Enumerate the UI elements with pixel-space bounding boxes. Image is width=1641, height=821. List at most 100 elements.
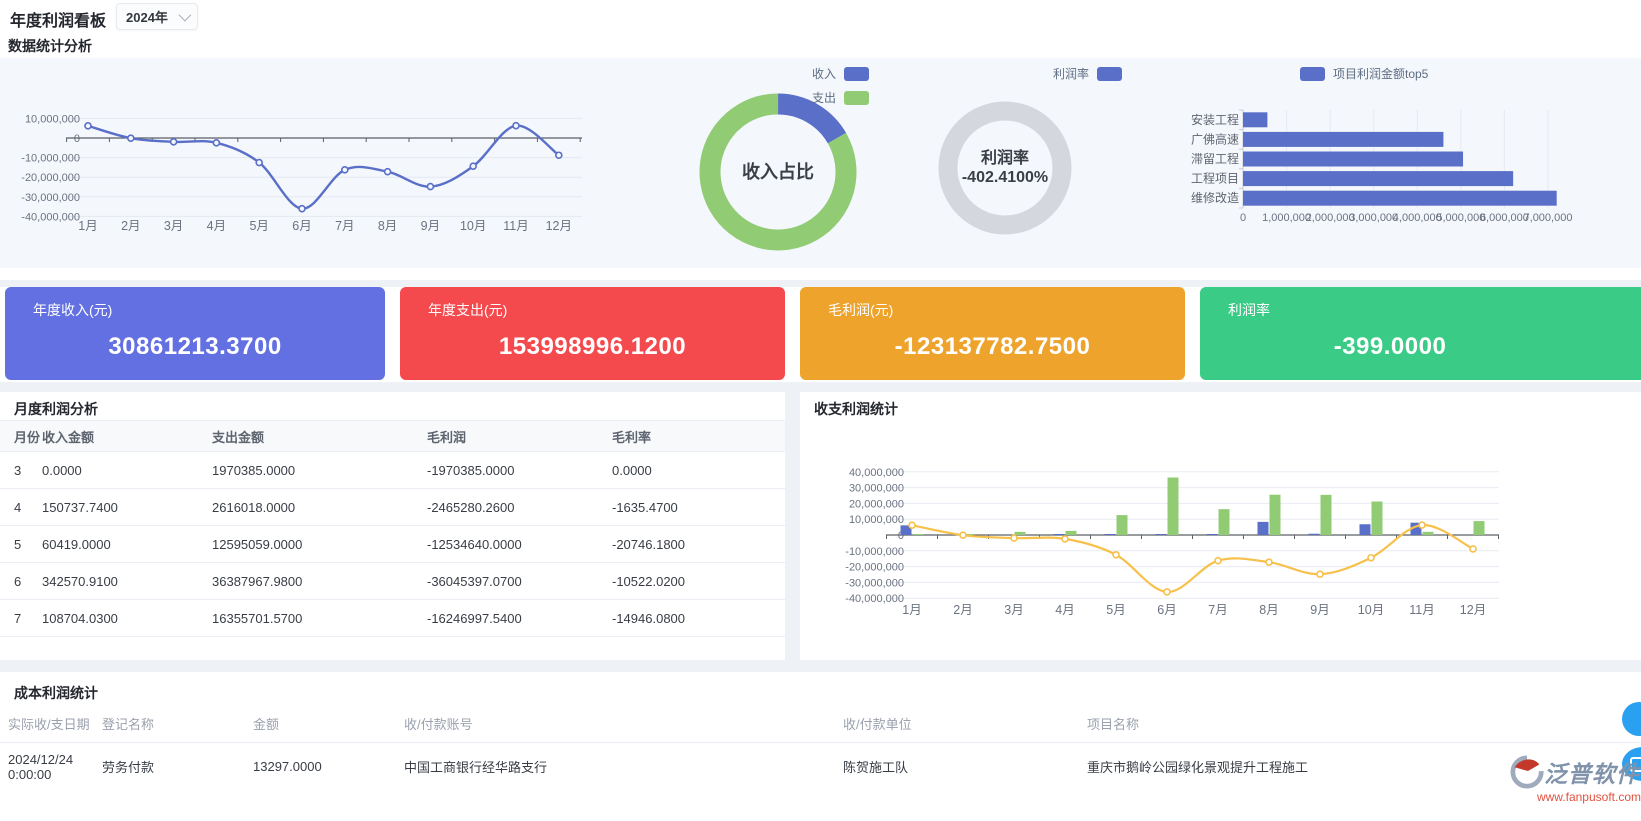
cell: 5 bbox=[0, 526, 41, 563]
svg-text:4,000,000: 4,000,000 bbox=[1393, 212, 1442, 224]
svg-text:11月: 11月 bbox=[503, 219, 528, 233]
cell: 6 bbox=[0, 563, 41, 600]
table-row: 30.00001970385.0000-1970385.00000.0000 bbox=[0, 452, 785, 489]
profit-rate-donut-label: 利润率 -402.4100% bbox=[925, 149, 1085, 187]
divider bbox=[0, 660, 1641, 672]
year-select[interactable]: 2024年 bbox=[116, 3, 198, 30]
cell: 陈贺施工队 bbox=[842, 743, 1086, 791]
cell: 0.0000 bbox=[611, 452, 785, 489]
card-value: -123137782.7500 bbox=[800, 333, 1185, 361]
svg-text:-40,000,000: -40,000,000 bbox=[845, 593, 904, 605]
svg-text:1月: 1月 bbox=[902, 603, 921, 617]
svg-text:11月: 11月 bbox=[1409, 603, 1434, 617]
svg-text:4月: 4月 bbox=[1055, 603, 1074, 617]
table-row: 7108704.030016355701.5700-16246997.5400-… bbox=[0, 600, 785, 637]
cell: 劳务付款 bbox=[101, 743, 252, 791]
monthly-profit-title: 月度利润分析 bbox=[14, 399, 98, 419]
legend-swatch bbox=[1097, 67, 1122, 81]
svg-text:0: 0 bbox=[1240, 212, 1246, 224]
column-header: 收入金额 bbox=[41, 421, 211, 452]
table-row: 560419.000012595059.0000-12534640.0000-2… bbox=[0, 526, 785, 563]
cell: 13297.0000 bbox=[252, 743, 403, 791]
income-ratio-donut-label: 收入占比 bbox=[708, 158, 848, 184]
column-header: 收/付款单位 bbox=[842, 705, 1086, 743]
svg-text:5月: 5月 bbox=[1106, 603, 1125, 617]
svg-text:5月: 5月 bbox=[249, 219, 268, 233]
svg-text:8月: 8月 bbox=[378, 219, 397, 233]
card-label: 年度收入(元) bbox=[5, 287, 385, 320]
column-header: 项目名称 bbox=[1086, 705, 1641, 743]
income-ratio-legend: 收入 支出 bbox=[812, 65, 869, 106]
cell: -10522.0200 bbox=[611, 563, 785, 600]
divider bbox=[0, 382, 1641, 392]
profit-trend-line-chart[interactable]: 10,000,0000-10,000,000-20,000,000-30,000… bbox=[0, 58, 640, 268]
svg-text:2月: 2月 bbox=[121, 219, 140, 233]
legend-swatch bbox=[1300, 67, 1325, 81]
page-title: 年度利润看板 bbox=[10, 7, 106, 31]
year-select-value: 2024年 bbox=[126, 7, 168, 26]
table-row: 6342570.910036387967.9800-36045397.0700-… bbox=[0, 563, 785, 600]
card-label: 利润率 bbox=[1200, 287, 1641, 320]
svg-text:-30,000,000: -30,000,000 bbox=[21, 192, 80, 204]
section-title-stats: 数据统计分析 bbox=[8, 36, 92, 56]
table-row: 2024/12/24 0:00:00劳务付款13297.0000中国工商银行经华… bbox=[0, 743, 1641, 791]
column-header: 实际收/支日期 bbox=[0, 705, 101, 743]
svg-text:-10,000,000: -10,000,000 bbox=[845, 546, 904, 558]
svg-text:4月: 4月 bbox=[207, 219, 226, 233]
cell: 7 bbox=[0, 600, 41, 637]
svg-text:9月: 9月 bbox=[1310, 603, 1329, 617]
divider bbox=[0, 280, 1641, 287]
svg-text:5,000,000: 5,000,000 bbox=[1436, 212, 1485, 224]
stats-chart-strip: 10,000,0000-10,000,000-20,000,000-30,000… bbox=[0, 58, 1641, 268]
svg-text:30,000,000: 30,000,000 bbox=[849, 483, 904, 495]
svg-text:10,000,000: 10,000,000 bbox=[25, 113, 80, 125]
monthly-profit-panel: 月度利润分析 月份收入金额支出金额毛利润毛利率30.00001970385.00… bbox=[0, 392, 785, 660]
chevron-down-icon bbox=[179, 9, 192, 22]
cell: -1970385.0000 bbox=[426, 452, 611, 489]
svg-text:12月: 12月 bbox=[546, 219, 572, 233]
cell: 342570.9100 bbox=[41, 563, 211, 600]
svg-text:7,000,000: 7,000,000 bbox=[1524, 212, 1573, 224]
column-header: 毛利润 bbox=[426, 421, 611, 452]
table-row: 4150737.74002616018.0000-2465280.2600-16… bbox=[0, 489, 785, 526]
svg-text:2月: 2月 bbox=[953, 603, 972, 617]
profit-rate-legend: 利润率 bbox=[1053, 65, 1122, 82]
svg-text:-30,000,000: -30,000,000 bbox=[845, 577, 904, 589]
svg-text:40,000,000: 40,000,000 bbox=[849, 467, 904, 479]
legend-item-expense[interactable]: 支出 bbox=[812, 89, 869, 106]
vendor-url[interactable]: www.fanpusoft.com bbox=[1510, 790, 1641, 804]
svg-text:0: 0 bbox=[74, 133, 80, 145]
card-gross-profit: 毛利润(元) -123137782.7500 bbox=[800, 287, 1185, 380]
legend-label: 利润率 bbox=[1053, 65, 1089, 82]
column-header: 金额 bbox=[252, 705, 403, 743]
card-value: -399.0000 bbox=[1200, 333, 1580, 361]
vendor-name: 泛普软件 bbox=[1544, 755, 1640, 789]
profit-rate-title: 利润率 bbox=[925, 149, 1085, 168]
svg-text:6月: 6月 bbox=[292, 219, 311, 233]
cell: 1970385.0000 bbox=[211, 452, 426, 489]
legend-item-income[interactable]: 收入 bbox=[812, 65, 869, 82]
svg-text:1月: 1月 bbox=[78, 219, 97, 233]
legend-item-profit-rate[interactable]: 利润率 bbox=[1053, 65, 1122, 82]
legend-item-top5[interactable]: 项目利润金额top5 bbox=[1300, 65, 1428, 82]
cell: 中国工商银行经华路支行 bbox=[403, 743, 842, 791]
legend-swatch bbox=[844, 91, 869, 105]
cell: 36387967.9800 bbox=[211, 563, 426, 600]
cell: -36045397.0700 bbox=[426, 563, 611, 600]
svg-text:广佛高速: 广佛高速 bbox=[1191, 131, 1239, 146]
project-profit-top5-bar-chart[interactable]: 安装工程广佛高速滞留工程工程项目维修改造01,000,0002,000,0003… bbox=[1170, 58, 1641, 268]
svg-text:6,000,000: 6,000,000 bbox=[1480, 212, 1529, 224]
income-expense-panel: 收支利润统计 40,000,00030,000,00020,000,00010,… bbox=[800, 392, 1641, 660]
profit-rate-value: -402.4100% bbox=[925, 168, 1085, 187]
card-annual-income: 年度收入(元) 30861213.3700 bbox=[5, 287, 385, 380]
table-header-row: 月份收入金额支出金额毛利润毛利率 bbox=[0, 421, 785, 452]
legend-label: 支出 bbox=[812, 89, 836, 106]
income-expense-combo-chart[interactable]: 40,000,00030,000,00020,000,00010,000,000… bbox=[800, 392, 1641, 660]
svg-text:9月: 9月 bbox=[421, 219, 440, 233]
top5-legend: 项目利润金额top5 bbox=[1300, 65, 1428, 82]
card-value: 153998996.1200 bbox=[400, 333, 785, 361]
cell: -12534640.0000 bbox=[426, 526, 611, 563]
column-header: 收/付款账号 bbox=[403, 705, 842, 743]
card-label: 毛利润(元) bbox=[800, 287, 1185, 320]
svg-text:工程项目: 工程项目 bbox=[1191, 171, 1239, 186]
